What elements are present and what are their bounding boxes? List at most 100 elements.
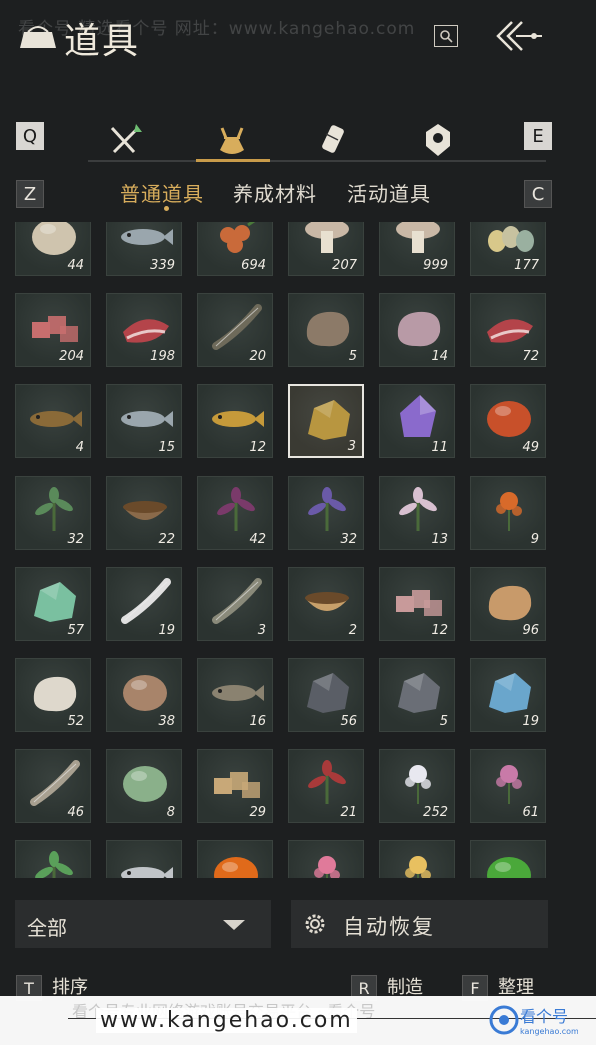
item-slot[interactable]: 57 bbox=[15, 567, 91, 641]
item-slot[interactable]: 56 bbox=[288, 658, 364, 732]
item-slot[interactable]: 252 bbox=[379, 749, 455, 823]
item-slot[interactable]: 177 bbox=[470, 222, 546, 276]
item-slot[interactable]: 5 bbox=[288, 293, 364, 367]
blue-crystal-icon bbox=[489, 673, 531, 713]
item-slot[interactable]: 11 bbox=[379, 384, 455, 458]
tab-gems[interactable] bbox=[418, 120, 458, 160]
item-slot[interactable] bbox=[106, 840, 182, 878]
item-slot[interactable]: 3 bbox=[197, 567, 273, 641]
bowl-icon bbox=[305, 592, 349, 611]
item-slot[interactable]: 15 bbox=[106, 384, 182, 458]
item-slot[interactable]: 12 bbox=[197, 384, 273, 458]
dark-ore-icon bbox=[307, 673, 349, 713]
melon-icon bbox=[123, 766, 167, 802]
item-quantity: 3 bbox=[347, 439, 356, 454]
item-slot[interactable]: 19 bbox=[106, 567, 182, 641]
item-quantity: 13 bbox=[431, 532, 448, 547]
mortar-icon bbox=[123, 501, 167, 520]
item-slot[interactable]: 14 bbox=[379, 293, 455, 367]
item-slot[interactable]: 52 bbox=[15, 658, 91, 732]
item-slot[interactable]: 16 bbox=[197, 658, 273, 732]
tab-items[interactable] bbox=[212, 120, 252, 160]
item-slot[interactable]: 4 bbox=[15, 384, 91, 458]
next-subtab-key[interactable]: C bbox=[524, 180, 552, 208]
item-slot[interactable]: 61 bbox=[470, 749, 546, 823]
subtab-growth-materials[interactable]: 养成材料 bbox=[233, 178, 317, 207]
scroll-icon bbox=[322, 125, 344, 153]
item-slot[interactable]: 8 bbox=[106, 749, 182, 823]
item-slot[interactable]: 44 bbox=[15, 222, 91, 276]
subtab-event-items[interactable]: 活动道具 bbox=[347, 178, 431, 207]
item-slot[interactable]: 204 bbox=[15, 293, 91, 367]
subtab-bar: Z 普通道具 养成材料 活动道具 C bbox=[0, 174, 596, 214]
organize-label: 整理 bbox=[498, 977, 534, 998]
search-icon bbox=[440, 30, 453, 43]
gem-icon bbox=[426, 124, 450, 156]
item-quantity: 15 bbox=[158, 440, 175, 455]
item-slot[interactable]: 2 bbox=[288, 567, 364, 641]
item-slot[interactable]: 5 bbox=[379, 658, 455, 732]
item-grid[interactable]: 44 339 694 207 999 177 204 198 20 5 14 72 4 15 12 3 11 49… bbox=[0, 222, 596, 878]
item-slot[interactable]: 49 bbox=[470, 384, 546, 458]
back-icon[interactable] bbox=[492, 16, 548, 56]
item-quantity: 204 bbox=[59, 349, 84, 364]
item-slot[interactable]: 38 bbox=[106, 658, 182, 732]
item-slot[interactable]: 72 bbox=[470, 293, 546, 367]
subtab-common-items[interactable]: 普通道具 bbox=[120, 178, 204, 207]
item-slot[interactable] bbox=[197, 840, 273, 878]
filter-dropdown[interactable]: 全部 bbox=[15, 900, 271, 948]
agate-icon bbox=[487, 401, 531, 437]
item-slot[interactable]: 9 bbox=[470, 476, 546, 550]
prev-subtab-key[interactable]: Z bbox=[16, 180, 44, 208]
prev-category-key[interactable]: Q bbox=[16, 122, 44, 150]
pouch-icon bbox=[220, 127, 244, 154]
green-orb-icon bbox=[487, 857, 531, 878]
persimmon-icon bbox=[214, 857, 258, 878]
crossed-swords-icon bbox=[110, 124, 142, 154]
item-slot[interactable]: 12 bbox=[379, 567, 455, 641]
item-slot[interactable] bbox=[470, 840, 546, 878]
logo-text: 看个号 bbox=[520, 1007, 568, 1026]
item-slot-selected[interactable]: 3 bbox=[288, 384, 364, 458]
tab-scrolls[interactable] bbox=[314, 120, 354, 160]
item-slot[interactable]: 20 bbox=[197, 293, 273, 367]
spark-icon bbox=[405, 856, 431, 878]
item-slot[interactable] bbox=[379, 840, 455, 878]
item-slot[interactable]: 32 bbox=[288, 476, 364, 550]
tab-equipment[interactable] bbox=[104, 120, 144, 160]
item-slot[interactable]: 339 bbox=[106, 222, 182, 276]
item-slot[interactable]: 22 bbox=[106, 476, 182, 550]
auto-restore-button[interactable]: 自动恢复 bbox=[291, 900, 548, 948]
white-flower-icon bbox=[405, 765, 431, 804]
item-slot[interactable]: 207 bbox=[288, 222, 364, 276]
search-button[interactable] bbox=[434, 25, 458, 47]
item-slot[interactable]: 198 bbox=[106, 293, 182, 367]
item-slot[interactable]: 21 bbox=[288, 749, 364, 823]
item-slot[interactable] bbox=[288, 840, 364, 878]
purple-leaf-icon bbox=[217, 487, 255, 531]
item-slot[interactable]: 999 bbox=[379, 222, 455, 276]
item-quantity: 32 bbox=[67, 532, 84, 547]
item-slot[interactable]: 13 bbox=[379, 476, 455, 550]
item-slot[interactable]: 694 bbox=[197, 222, 273, 276]
item-slot[interactable]: 96 bbox=[470, 567, 546, 641]
item-slot[interactable]: 19 bbox=[470, 658, 546, 732]
mushroom-icon bbox=[305, 222, 349, 253]
item-slot[interactable] bbox=[15, 840, 91, 878]
item-slot[interactable]: 42 bbox=[197, 476, 273, 550]
jade-icon bbox=[34, 582, 76, 622]
item-slot[interactable]: 29 bbox=[197, 749, 273, 823]
grass-feather-icon bbox=[212, 578, 262, 624]
red-berry-branch-icon bbox=[308, 760, 346, 804]
filter-label: 全部 bbox=[27, 916, 67, 940]
item-quantity: 14 bbox=[431, 349, 448, 364]
raw-meat-icon bbox=[396, 590, 442, 616]
sort-label: 排序 bbox=[52, 977, 88, 998]
item-slot[interactable]: 46 bbox=[15, 749, 91, 823]
item-quantity: 29 bbox=[249, 805, 266, 820]
item-quantity: 207 bbox=[332, 258, 357, 273]
page-title: 道具 bbox=[64, 21, 141, 62]
next-category-key[interactable]: E bbox=[524, 122, 552, 150]
logo-subtext: kangehao.com bbox=[520, 1027, 578, 1036]
item-slot[interactable]: 32 bbox=[15, 476, 91, 550]
